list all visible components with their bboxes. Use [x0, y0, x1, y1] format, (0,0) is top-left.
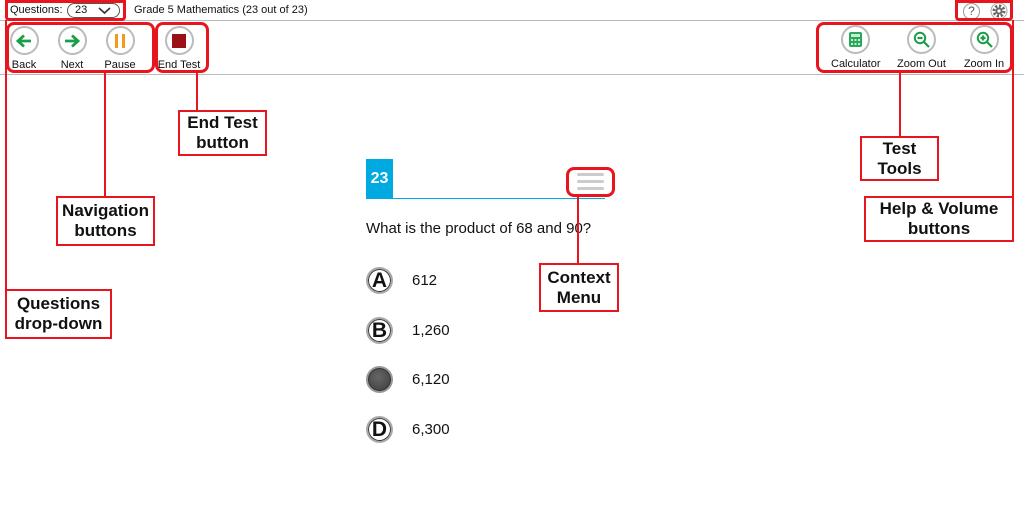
navigation-leader	[104, 72, 106, 196]
option-d-bubble[interactable]: D	[366, 416, 393, 443]
end-test-leader	[196, 72, 198, 110]
option-c-text: 6,120	[412, 371, 450, 388]
tools-annotation: Test Tools	[860, 136, 939, 181]
answer-option-d[interactable]: D 6,300	[366, 416, 450, 443]
question-header-divider	[393, 198, 605, 199]
question-number: 23	[366, 159, 393, 199]
answer-option-a[interactable]: A 612	[366, 267, 437, 294]
end-test-highlight	[155, 22, 209, 73]
navigation-annotation: Navigation buttons	[56, 196, 155, 246]
option-d-text: 6,300	[412, 421, 450, 438]
question-text: What is the product of 68 and 90?	[366, 220, 592, 237]
option-b-text: 1,260	[412, 322, 450, 339]
context-leader	[577, 196, 579, 263]
help-annotation: Help & Volume buttons	[864, 196, 1014, 242]
test-title: Grade 5 Mathematics (23 out of 23)	[134, 4, 308, 16]
tools-highlight	[816, 22, 1013, 73]
questions-annotation: Questions drop-down	[5, 289, 112, 339]
questions-highlight	[5, 0, 126, 21]
context-menu-annotation: Context Menu	[539, 263, 619, 312]
help-highlight	[955, 0, 1013, 21]
answer-option-c[interactable]: 6,120	[366, 366, 450, 393]
answer-option-b[interactable]: B 1,260	[366, 317, 450, 344]
tools-leader	[899, 72, 901, 136]
context-menu-highlight	[566, 167, 615, 197]
end-test-annotation: End Test button	[178, 110, 267, 156]
option-a-text: 612	[412, 272, 438, 289]
option-a-bubble[interactable]: A	[366, 267, 393, 294]
option-b-bubble[interactable]: B	[366, 317, 393, 344]
option-c-bubble-selected[interactable]	[366, 366, 393, 393]
navigation-highlight	[6, 22, 155, 73]
